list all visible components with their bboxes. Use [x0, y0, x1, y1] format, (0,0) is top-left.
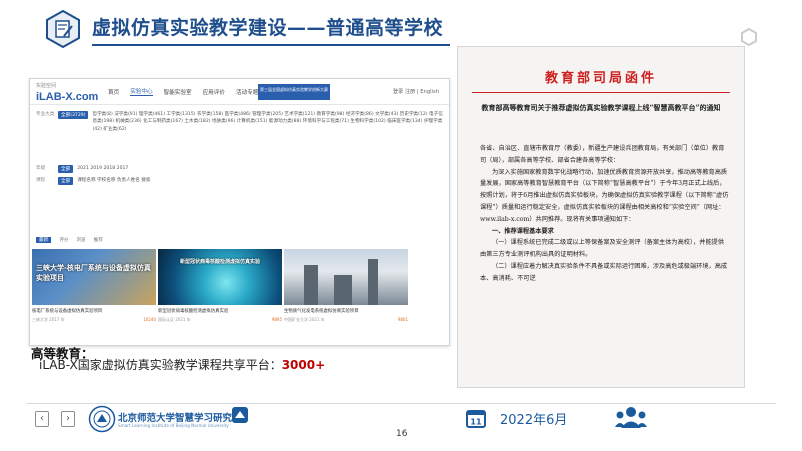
course-thumbnail[interactable]: 新型冠状病毒核酸检测虚拟仿真实验	[158, 249, 282, 305]
platform-screenshot: 实验空间 iLAB-X.com 首页 实验中心 智能实验室 应用评价 活动专题 第…	[29, 78, 450, 346]
title-underline	[92, 44, 450, 46]
contest-banner[interactable]: 第三届全国虚拟仿真实验教学创新大赛	[258, 84, 330, 100]
calendar-icon: 11	[466, 410, 486, 428]
filter-all-chip[interactable]: 全部	[58, 177, 74, 186]
filter-all-chip[interactable]: 全部	[58, 165, 74, 174]
next-slide-button[interactable]: ›	[61, 411, 75, 427]
document-subtitle: 教育部高等教育司关于推荐虚拟仿真实验教学课程上线“智慧高教平台”的通知	[481, 103, 721, 112]
footer-divider	[26, 403, 776, 404]
document-salutation: 各省、自治区、直辖市教育厅（教委），新疆生产建设兵团教育局，有关部门（单位）教育…	[480, 145, 725, 164]
filter-row: 课程 全部 课程名称 学校名称 负责人姓名 搜索	[30, 175, 449, 187]
course-meta: 国际认证 2021 年 9895	[158, 316, 282, 322]
document-paragraph: 为深入实施国家教育数字化战略行动，加速优质教育资源开放共享，推动高等教育高质量发…	[480, 168, 729, 223]
nav-item-smart-lab[interactable]: 智能实验室	[164, 88, 192, 96]
filter-label: 年级	[36, 166, 46, 172]
filter-label: 课程	[36, 178, 46, 184]
search-fields[interactable]: 课程名称 学校名称 负责人姓名 搜索	[77, 177, 443, 184]
course-meta: 中国矿业大学 2021 年 9801	[284, 316, 408, 322]
filter-panel: 专业大类 全部(3729) 哲学类(8) 法学类(91) 理学类(461) 工学…	[30, 109, 449, 187]
course-card-list: 三峡大学-核电厂系统与设备虚拟仿真实验项目 核电厂系统与设备虚拟仿真实验项目 三…	[32, 249, 449, 323]
tab-latest[interactable]: 最新	[36, 237, 52, 243]
platform-count-line: iLAB-X国家虚拟仿真实验教学课程共享平台：3000+	[39, 358, 326, 372]
people-group-icon	[615, 407, 647, 428]
document-paragraph: （一）课程系统已完成二级或以上等保备案及安全测评（备案主体为高校），并能提供由第…	[480, 239, 725, 259]
filter-options[interactable]: 哲学类(8) 法学类(91) 理学类(461) 工学类(1315) 农学类(15…	[92, 111, 443, 133]
org-badge-icon	[232, 407, 248, 423]
platform-logo: 实验空间 iLAB-X.com	[36, 82, 99, 103]
course-card[interactable]: 生物质气化发电系统虚拟仿真实验项目 中国矿业大学 2021 年 9801	[284, 249, 408, 323]
org-name: 北京师范大学智慧学习研究院	[118, 413, 242, 424]
tab-views[interactable]: 浏览	[76, 237, 85, 243]
page-number: 16	[396, 429, 408, 439]
letterhead-rule	[472, 92, 730, 93]
filter-options[interactable]: 2021 2019 2018 2017	[77, 165, 443, 172]
ministry-notice-document: 教育部司局函件 教育部高等教育司关于推荐虚拟仿真实验教学课程上线“智慧高教平台”…	[457, 46, 745, 388]
document-body: 各省、自治区、直辖市教育厅（教委），新疆生产建设兵团教育局，有关部门（单位）教育…	[480, 143, 730, 285]
course-title[interactable]: 生物质气化发电系统虚拟仿真实验项目	[284, 309, 408, 315]
document-paragraph: （二）课程应着力解决真实验条件不具备或实际运行困难，涉及高危或极端环境，高成本、…	[480, 262, 728, 282]
hexagon-decoration-icon	[741, 28, 757, 46]
filter-all-chip[interactable]: 全部(3729)	[58, 111, 89, 119]
course-card[interactable]: 新型冠状病毒核酸检测虚拟仿真实验 新型冠状病毒核酸检测虚拟仿真实验 国际认证 2…	[158, 249, 282, 323]
edit-document-icon	[46, 10, 80, 48]
platform-navbar: 实验空间 iLAB-X.com 首页 实验中心 智能实验室 应用评价 活动专题 第…	[30, 79, 449, 105]
tab-rating[interactable]: 评分	[59, 237, 68, 243]
course-meta: 三峡大学 2017 年 10240	[32, 316, 156, 322]
filter-row: 专业大类 全部(3729) 哲学类(8) 法学类(91) 理学类(461) 工学…	[30, 109, 449, 135]
course-count: 3000+	[281, 358, 326, 372]
filter-label: 专业大类	[36, 112, 55, 117]
course-thumbnail[interactable]	[284, 249, 408, 305]
course-title[interactable]: 新型冠状病毒核酸检测虚拟仿真实验	[158, 309, 282, 315]
nav-item-home[interactable]: 首页	[108, 88, 119, 96]
nav-item-evaluation[interactable]: 应用评价	[203, 88, 225, 96]
page-title: 虚拟仿真实验教学建设——普通高等学校	[92, 17, 444, 39]
course-card[interactable]: 三峡大学-核电厂系统与设备虚拟仿真实验项目 核电厂系统与设备虚拟仿真实验项目 三…	[32, 249, 156, 323]
course-thumbnail[interactable]: 三峡大学-核电厂系统与设备虚拟仿真实验项目	[32, 249, 156, 305]
login-link[interactable]: 登录 注册 | English	[393, 88, 439, 95]
document-heading: 一、推荐课程基本要求	[492, 227, 554, 235]
course-title[interactable]: 核电厂系统与设备虚拟仿真实验项目	[32, 309, 156, 315]
tab-recommend[interactable]: 推荐	[94, 237, 103, 243]
filter-row: 年级 全部 2021 2019 2018 2017	[30, 163, 449, 175]
sort-tabs: 最新 评分 浏览 推荐	[36, 237, 111, 243]
nav-item-events[interactable]: 活动专题	[236, 88, 258, 96]
document-letterhead: 教育部司局函件	[544, 71, 657, 86]
prev-slide-button[interactable]: ‹	[35, 411, 49, 427]
presentation-date: 2022年6月	[500, 413, 568, 428]
svg-text:11: 11	[470, 418, 482, 427]
nav-item-lab-center[interactable]: 实验中心	[130, 87, 153, 96]
org-name-english: Smart Learning Institute of Beijing Norm…	[118, 423, 229, 428]
bnu-seal-icon	[88, 405, 116, 433]
